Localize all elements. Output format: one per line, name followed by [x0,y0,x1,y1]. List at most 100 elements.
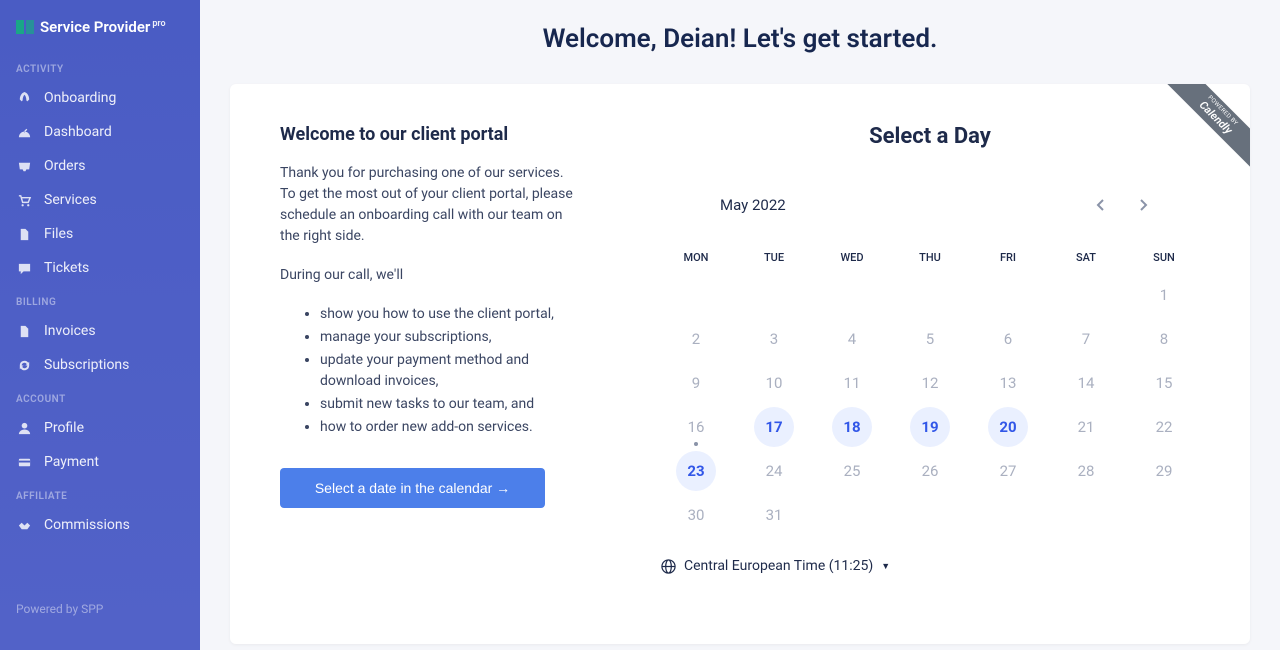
sidebar-item-label: Files [44,226,73,242]
select-date-button[interactable]: Select a date in the calendar → [280,468,545,508]
calendar-day: 12 [894,364,966,402]
sidebar-item-label: Payment [44,454,99,470]
sidebar-item-label: Onboarding [44,90,116,106]
portal-bullet: show you how to use the client portal, [320,304,580,325]
globe-icon [660,558,676,574]
calendar-day[interactable]: 18 [816,408,888,446]
logo-text: Service Provider [40,18,150,36]
sidebar-item-subscriptions[interactable]: Subscriptions [0,348,200,382]
calendar-day: 8 [1128,320,1200,358]
chevron-left-icon [1095,198,1105,212]
sidebar-item-label: Tickets [44,260,89,276]
calendar-day[interactable]: 20 [972,408,1044,446]
calendar-day: 5 [894,320,966,358]
calendar-day: 16 [660,408,732,446]
calendar-day: 1 [1128,276,1200,314]
main: Welcome, Deian! Let's get started. POWER… [200,0,1280,650]
sidebar-item-orders[interactable]: Orders [0,149,200,183]
file-icon [16,226,32,242]
chat-icon [16,260,32,276]
calendar-day: 28 [1050,452,1122,490]
sidebar-item-label: Orders [44,158,86,174]
sidebar-item-dashboard[interactable]: Dashboard [0,115,200,149]
portal-bullet-list: show you how to use the client portal,ma… [280,304,580,438]
portal-bullet: manage your subscriptions, [320,327,580,348]
calendar-prev-button[interactable] [1084,189,1116,221]
sidebar-item-label: Services [44,192,97,208]
inbox-icon [16,158,32,174]
file-icon [16,323,32,339]
calendar-day: 15 [1128,364,1200,402]
sidebar-section-label: AFFILIATE [0,479,200,508]
calendar-dow: WED [816,245,888,270]
calendar-month-label: May 2022 [700,196,1072,214]
chevron-down-icon: ▼ [881,561,890,572]
sidebar-section-label: ACCOUNT [0,382,200,411]
welcome-heading: Welcome, Deian! Let's get started. [230,24,1250,54]
calendar-dow: FRI [972,245,1044,270]
sidebar-section-label: ACTIVITY [0,52,200,81]
handshake-icon [16,517,32,533]
logo-sup: pro [152,19,165,29]
calendar-day: 21 [1050,408,1122,446]
calendar-next-button[interactable] [1128,189,1160,221]
sidebar: Service Providerpro ACTIVITY Onboarding Da… [0,0,200,650]
sidebar-item-tickets[interactable]: Tickets [0,251,200,285]
sidebar-item-services[interactable]: Services [0,183,200,217]
sidebar-item-commissions[interactable]: Commissions [0,508,200,542]
portal-bullet: submit new tasks to our team, and [320,394,580,415]
rocket-icon [16,90,32,106]
calendar-day[interactable]: 23 [660,452,732,490]
portal-paragraph-2: During our call, we'll [280,265,580,286]
calendar-day: 24 [738,452,810,490]
calendar-day: 4 [816,320,888,358]
calendar-day: 27 [972,452,1044,490]
calendar-day[interactable]: 19 [894,408,966,446]
cart-icon [16,192,32,208]
calendar-dow: SAT [1050,245,1122,270]
user-icon [16,420,32,436]
calendar-day: 7 [1050,320,1122,358]
sidebar-item-profile[interactable]: Profile [0,411,200,445]
sidebar-item-invoices[interactable]: Invoices [0,314,200,348]
calendar-day[interactable]: 17 [738,408,810,446]
calendar-day: 14 [1050,364,1122,402]
calendar-dow: THU [894,245,966,270]
logo-mark-icon [16,20,34,34]
portal-title: Welcome to our client portal [280,124,580,145]
sidebar-item-files[interactable]: Files [0,217,200,251]
calendar-day: 31 [738,496,810,534]
calendar-day: 26 [894,452,966,490]
refresh-icon [16,357,32,373]
portal-bullet: update your payment method and download … [320,350,580,392]
sidebar-item-label: Dashboard [44,124,112,140]
calendar-grid: MONTUEWEDTHUFRISATSUN1234567891011121314… [660,245,1200,534]
sidebar-item-onboarding[interactable]: Onboarding [0,81,200,115]
calendar-day: 13 [972,364,1044,402]
sidebar-item-payment[interactable]: Payment [0,445,200,479]
calendar-dow: MON [660,245,732,270]
calendar-day: 11 [816,364,888,402]
calendar-day: 3 [738,320,810,358]
calendar-dow: TUE [738,245,810,270]
logo[interactable]: Service Providerpro [0,18,200,52]
select-day-title: Select a Day [660,124,1200,149]
calendar-panel: Select a Day May 2022 MONTUEWEDTHUFRISAT… [660,124,1200,604]
calendar-dow: SUN [1128,245,1200,270]
timezone-selector[interactable]: Central European Time (11:25) ▼ [660,558,1200,574]
portal-paragraph-1: Thank you for purchasing one of our serv… [280,163,580,247]
calendar-day: 30 [660,496,732,534]
calendar-day: 6 [972,320,1044,358]
gauge-icon [16,124,32,140]
calendar-day: 2 [660,320,732,358]
calendar-day: 22 [1128,408,1200,446]
portal-bullet: how to order new add-on services. [320,417,580,438]
sidebar-item-label: Commissions [44,517,130,533]
sidebar-section-label: BILLING [0,285,200,314]
timezone-label: Central European Time (11:25) [684,558,873,574]
calendar-day: 9 [660,364,732,402]
chevron-right-icon [1139,198,1149,212]
portal-intro: Welcome to our client portal Thank you f… [280,124,580,604]
calendar-day: 29 [1128,452,1200,490]
card-icon [16,454,32,470]
